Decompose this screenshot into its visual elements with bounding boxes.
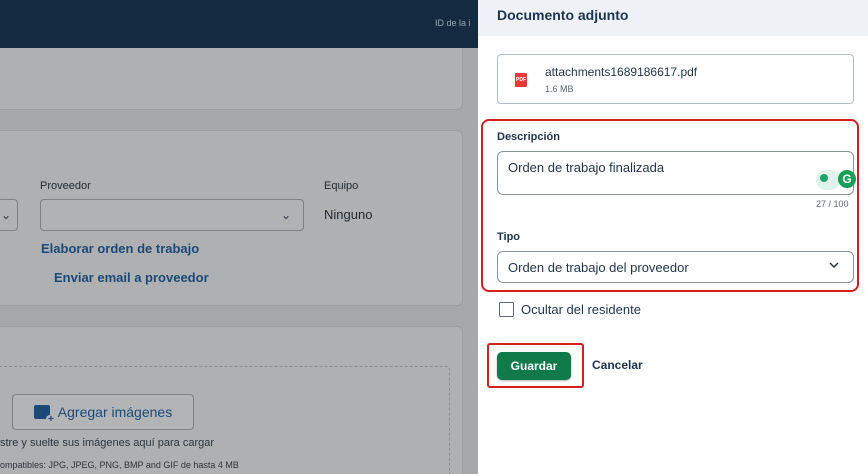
- file-size: 1.6 MB: [545, 84, 574, 94]
- add-image-icon: [33, 405, 54, 425]
- drop-hint: stre y suelte sus imágenes aquí para car…: [0, 437, 215, 449]
- highlight-box-save: [487, 343, 584, 388]
- id-label: ID de la i: [435, 18, 471, 28]
- hide-from-resident-checkbox[interactable]: [499, 302, 514, 317]
- partial-select[interactable]: ⌄: [0, 199, 18, 231]
- equipo-value: Ninguno: [324, 207, 373, 222]
- work-order-link[interactable]: Elaborar orden de trabajo: [41, 241, 199, 256]
- proveedor-label: Proveedor: [40, 180, 91, 192]
- panel-header: Documento adjunto: [478, 0, 868, 36]
- cancel-button[interactable]: Cancelar: [592, 358, 643, 372]
- pdf-icon: PDF: [515, 73, 527, 87]
- proveedor-select[interactable]: ⌄: [40, 199, 304, 231]
- add-images-button[interactable]: Agregar imágenes: [12, 394, 194, 430]
- formats-hint: ompatibles: JPG, JPEG, PNG, BMP and GIF …: [0, 460, 239, 470]
- equipo-label: Equipo: [324, 180, 359, 192]
- attached-file-card[interactable]: PDF attachments1689186617.pdf 1.6 MB: [497, 54, 854, 104]
- file-name: attachments1689186617.pdf: [545, 65, 698, 79]
- highlight-box-fields: [481, 119, 859, 292]
- top-card: [0, 48, 463, 110]
- chevron-down-icon: ⌄: [0, 208, 11, 222]
- panel-title: Documento adjunto: [497, 7, 629, 23]
- chevron-down-icon: ⌄: [280, 208, 291, 222]
- email-vendor-link[interactable]: Enviar email a proveedor: [54, 270, 209, 285]
- add-images-label: Agregar imágenes: [57, 404, 173, 420]
- hide-from-resident-label[interactable]: Ocultar del residente: [521, 302, 641, 317]
